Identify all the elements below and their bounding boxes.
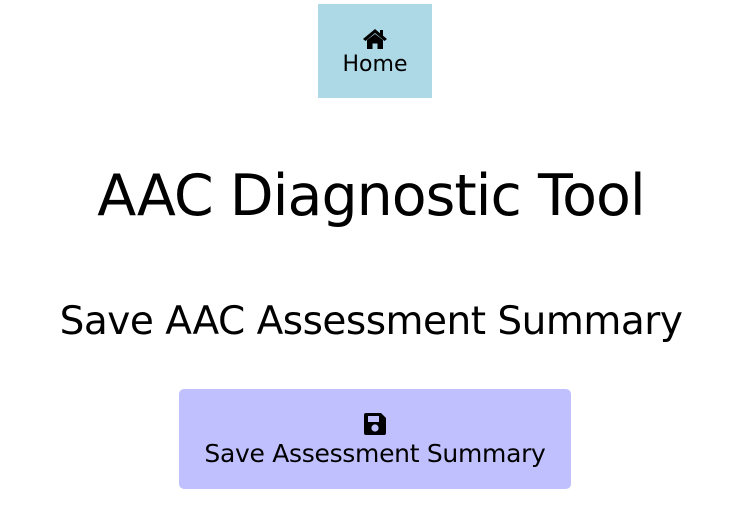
floppy-disk-icon: [364, 412, 386, 435]
app-title: AAC Diagnostic Tool: [97, 163, 645, 229]
page: Home AAC Diagnostic Tool Save AAC Assess…: [0, 0, 742, 531]
save-button-label: Save Assessment Summary: [204, 438, 546, 468]
home-button-label: Home: [342, 52, 408, 77]
home-button[interactable]: Home: [318, 4, 432, 98]
home-icon: [363, 29, 387, 49]
section-title: Save AAC Assessment Summary: [59, 299, 683, 344]
save-assessment-summary-button[interactable]: Save Assessment Summary: [179, 389, 571, 489]
